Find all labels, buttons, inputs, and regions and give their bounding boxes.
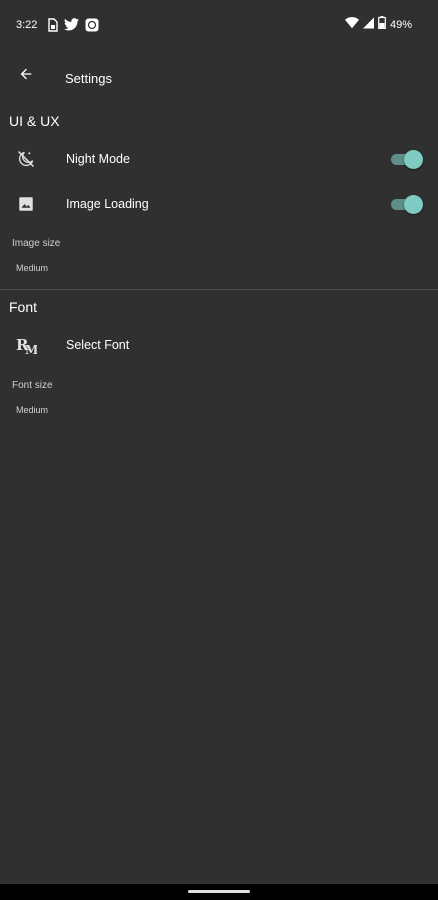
status-icons-right: 49% [344,16,412,34]
signal-icon [362,16,374,34]
status-bar: 3:22 49% [0,0,438,52]
setting-row-select-font[interactable]: R M Select Font [0,323,438,367]
font-size-label: Font size [12,380,53,391]
toggle-thumb [404,195,423,214]
svg-text:M: M [25,343,37,355]
image-size-value: Medium [16,263,49,273]
arrow-back-icon [18,66,34,87]
font-icon: R M [14,333,38,357]
image-loading-toggle[interactable] [391,195,423,214]
select-font-label: Select Font [66,338,130,352]
image-size-label: Image size [12,238,61,249]
battery-icon [378,16,386,34]
setting-row-night-mode[interactable]: Night Mode [0,137,438,181]
app-bar: Settings [0,52,438,104]
setting-row-image-loading[interactable]: Image Loading [0,182,438,226]
battery-percent: 49% [389,19,412,31]
section-title-font: Font [9,299,38,315]
night-mode-toggle[interactable] [391,150,423,169]
image-loading-label: Image Loading [66,197,149,211]
back-button[interactable] [10,60,42,92]
twitter-icon [64,18,79,32]
image-icon [14,192,38,216]
sim-icon [47,18,61,32]
night-mode-label: Night Mode [66,152,130,166]
app-notification-icon [85,18,99,32]
wifi-icon [344,16,359,34]
home-gesture-handle[interactable] [188,890,250,893]
font-size-value: Medium [16,405,49,415]
section-title-ui-ux: UI & UX [9,113,60,129]
toggle-thumb [404,150,423,169]
page-title: Settings [65,71,112,86]
section-divider [0,289,438,290]
navigation-bar [0,884,438,900]
night-mode-icon [14,147,38,171]
status-time: 3:22 [16,19,38,31]
